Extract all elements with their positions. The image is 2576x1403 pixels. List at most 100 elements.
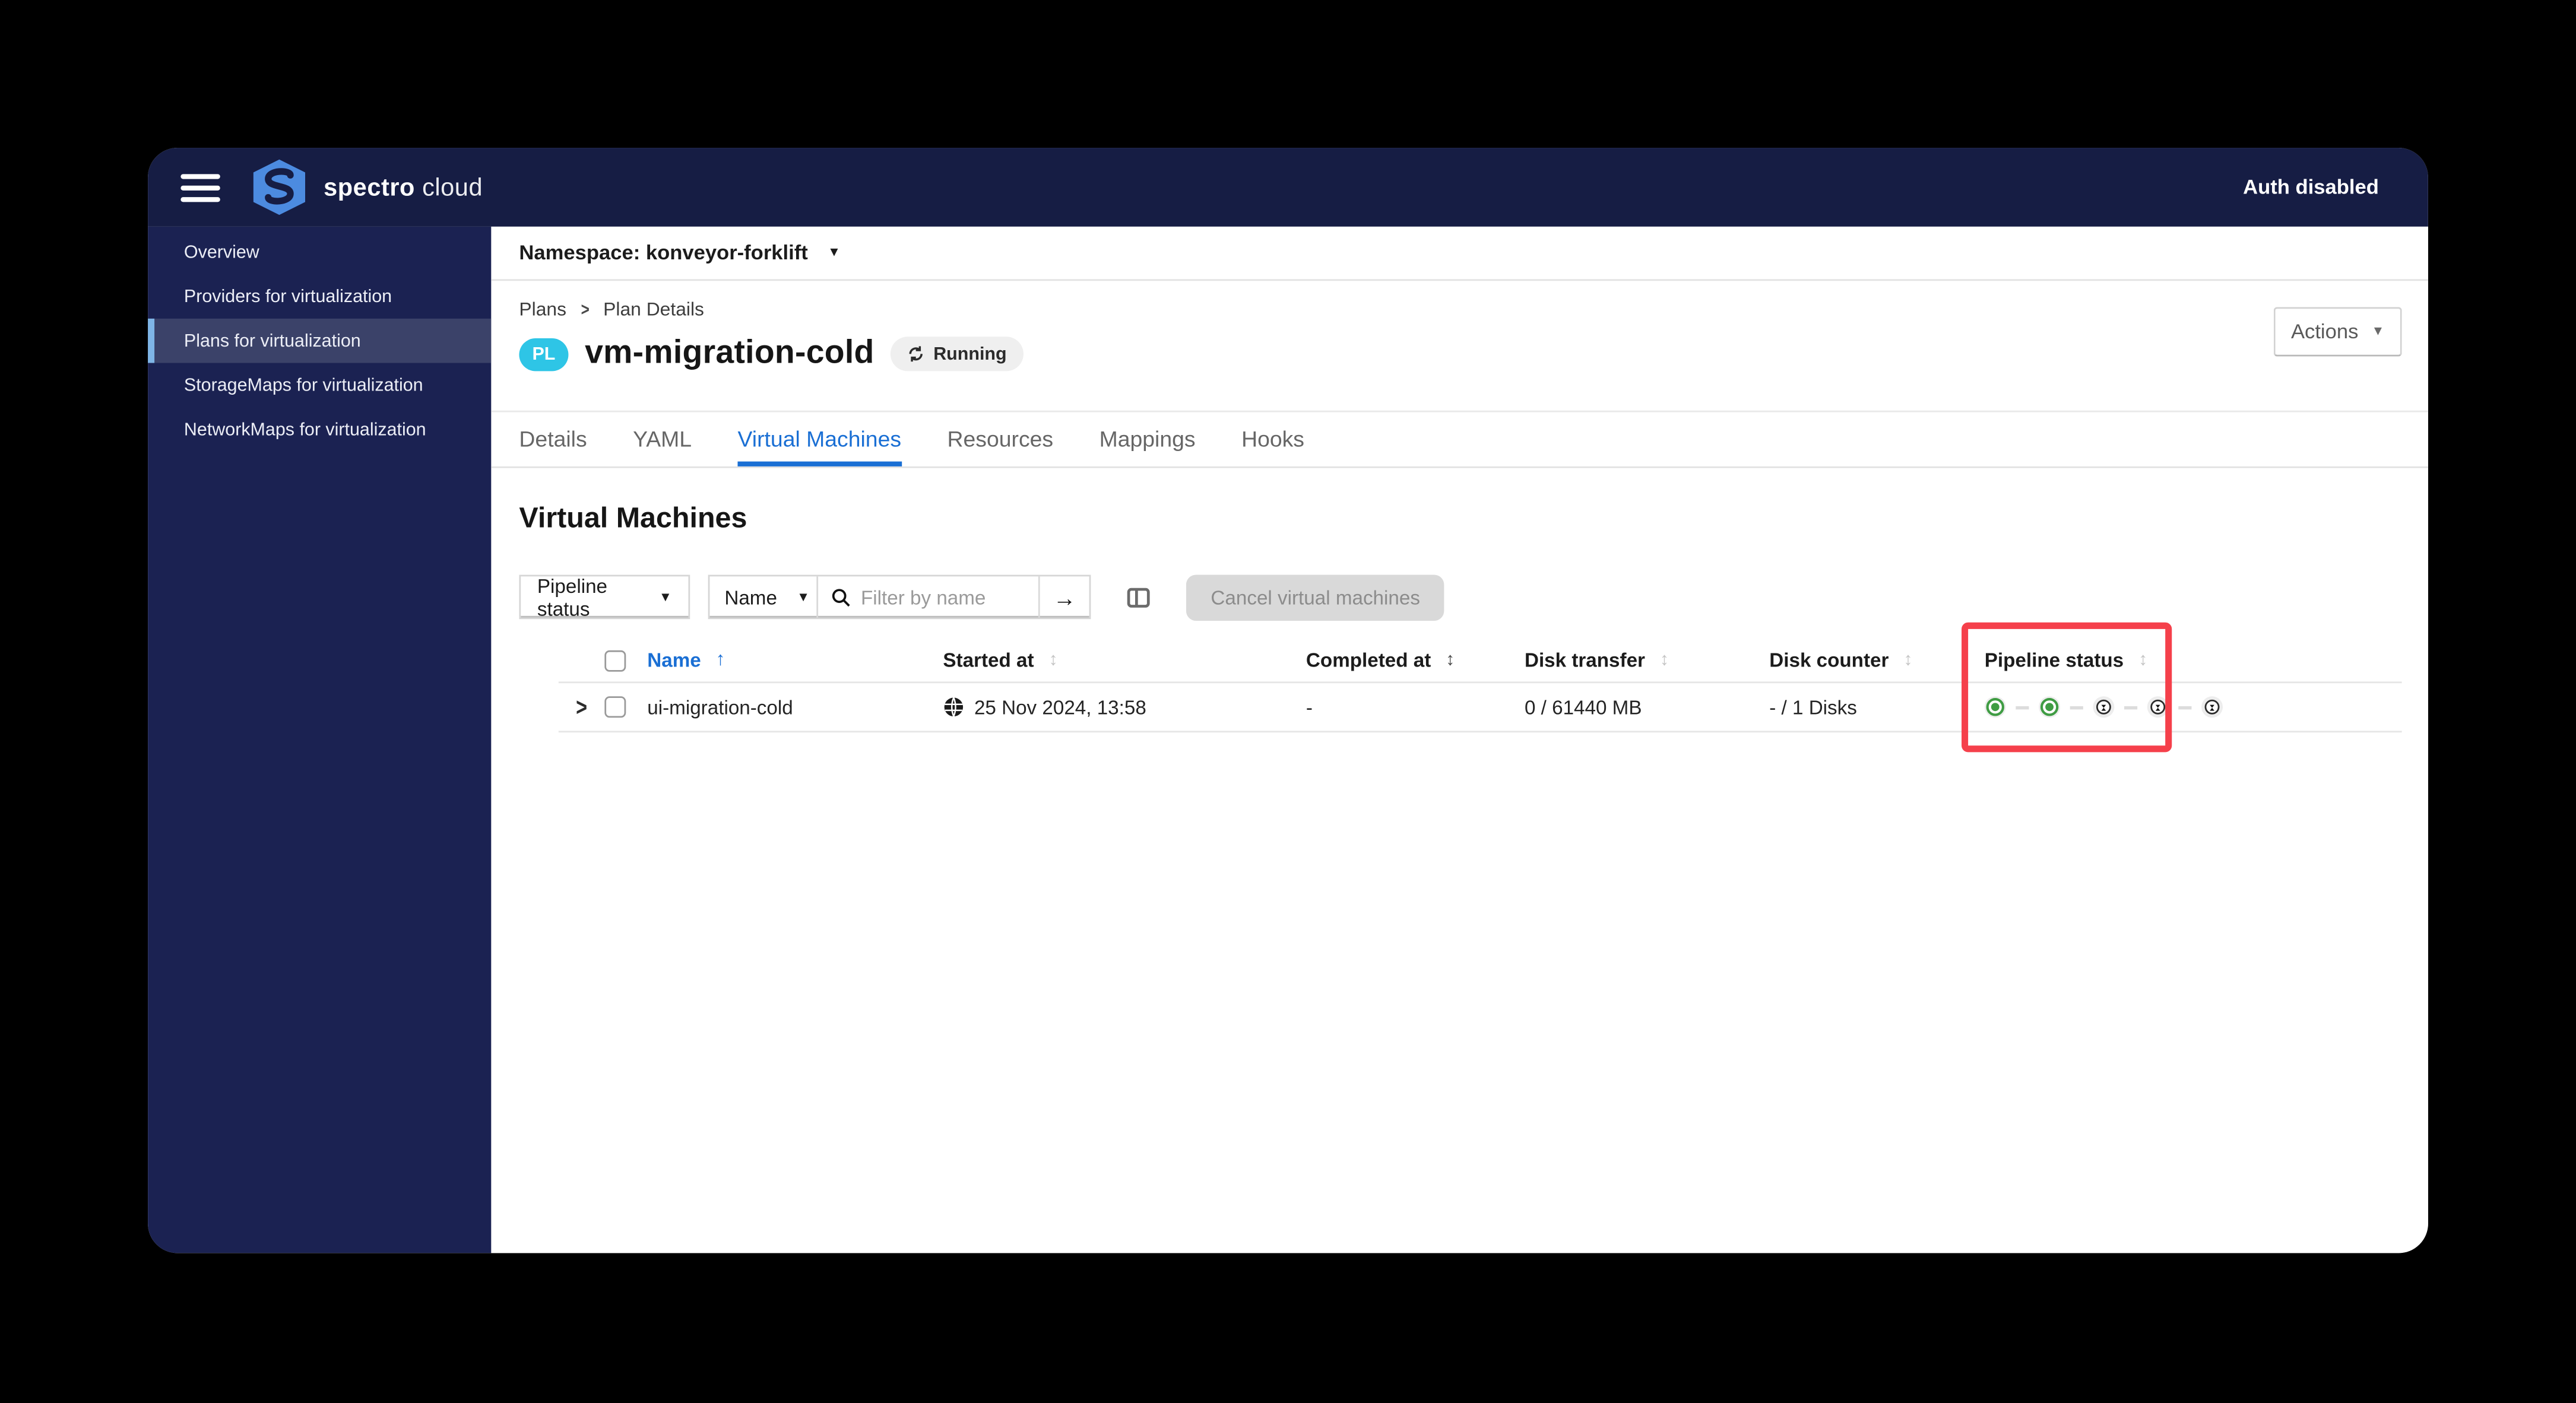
main-content: Namespace: konveyor-forklift ▼ Plans > P… xyxy=(491,226,2428,1253)
row-expand-chevron-icon[interactable]: > xyxy=(561,693,603,721)
select-all-header xyxy=(604,649,647,671)
column-label: Disk transfer xyxy=(1524,649,1646,672)
auth-status-label: Auth disabled xyxy=(2243,176,2379,199)
sort-icon: ↕ xyxy=(1446,650,1455,671)
status-label: Running xyxy=(933,344,1007,364)
table-row: > ui-migration-cold 25 Nov 2024, 13:58 -… xyxy=(558,683,2402,733)
chevron-down-icon: ▼ xyxy=(797,589,810,604)
page-title: vm-migration-cold xyxy=(585,335,874,372)
tab-bar: Details YAML Virtual Machines Resources … xyxy=(491,410,2428,468)
sort-icon: ↕ xyxy=(1659,650,1669,671)
sidebar-item-providers[interactable]: Providers for virtualization xyxy=(148,274,491,319)
pipeline-connector xyxy=(2016,705,2029,709)
chevron-down-icon[interactable]: ▼ xyxy=(828,246,841,259)
cell-disk-transfer: 0 / 61440 MB xyxy=(1524,695,1642,719)
sidebar-item-overview[interactable]: Overview xyxy=(148,230,491,274)
search-field-label: Name xyxy=(724,585,777,609)
breadcrumb-chevron-icon: > xyxy=(580,300,590,320)
column-header-name[interactable]: Name ↑ xyxy=(647,649,943,672)
plan-type-badge: PL xyxy=(519,337,569,371)
filter-toolbar: Pipeline status ▼ Name ▼ Filter by name … xyxy=(519,574,2428,620)
sidebar: Overview Providers for virtualization Pl… xyxy=(148,226,492,1253)
pipeline-status-select-label: Pipeline status xyxy=(537,574,608,620)
tab-resources[interactable]: Resources xyxy=(948,412,1054,466)
column-label: Started at xyxy=(943,649,1034,672)
pipeline-status-select[interactable]: Pipeline status ▼ xyxy=(519,574,690,620)
spectro-shield-icon xyxy=(253,159,306,215)
row-checkbox[interactable] xyxy=(604,696,626,718)
tab-hooks[interactable]: Hooks xyxy=(1241,412,1304,466)
sort-icon: ↕ xyxy=(2138,650,2148,671)
column-header-disk-counter[interactable]: Disk counter ↕ xyxy=(1769,649,1985,672)
chevron-down-icon: ▼ xyxy=(658,589,672,604)
column-header-pipeline-status[interactable]: Pipeline status ↕ xyxy=(1985,649,2198,672)
topbar: spectro cloud Auth disabled xyxy=(148,148,2428,227)
hamburger-menu-icon[interactable] xyxy=(180,173,220,201)
columns-icon xyxy=(1127,587,1150,607)
globe-icon xyxy=(943,696,964,718)
brand-name: spectro cloud xyxy=(324,173,483,201)
cancel-vms-button[interactable]: Cancel virtual machines xyxy=(1186,574,1445,620)
search-box xyxy=(818,576,1038,617)
title-row: PL vm-migration-cold Running xyxy=(519,335,2401,373)
section-title: Virtual Machines xyxy=(519,500,747,534)
sidebar-item-networkmaps[interactable]: NetworkMaps for virtualization xyxy=(148,407,491,452)
column-header-completed-at[interactable]: Completed at ↕ xyxy=(1306,649,1525,672)
column-label: Pipeline status xyxy=(1984,649,2124,672)
stage: spectro cloud Auth disabled Overview Pro… xyxy=(0,0,2576,1402)
pipeline-step-pending-icon xyxy=(2093,696,2115,718)
table-header-row: Name ↑ Started at ↕ Completed at ↕ Disk … xyxy=(558,639,2402,684)
vm-table: Name ↑ Started at ↕ Completed at ↕ Disk … xyxy=(558,639,2402,733)
search-field-select[interactable]: Name ▼ xyxy=(709,576,819,618)
column-label: Disk counter xyxy=(1769,649,1889,672)
pipeline-step-done-icon xyxy=(2039,696,2061,718)
tab-details[interactable]: Details xyxy=(519,412,587,466)
column-header-disk-transfer[interactable]: Disk transfer ↕ xyxy=(1525,649,1769,672)
tab-virtual-machines[interactable]: Virtual Machines xyxy=(737,412,901,466)
chevron-down-icon: ▼ xyxy=(2371,323,2385,339)
sort-icon: ↕ xyxy=(1903,650,1913,671)
brand-logo: spectro cloud xyxy=(250,158,483,217)
cell-started-at: 25 Nov 2024, 13:58 xyxy=(943,696,1306,719)
select-all-checkbox[interactable] xyxy=(604,649,626,671)
pipeline-connector xyxy=(2070,705,2083,709)
started-at-value: 25 Nov 2024, 13:58 xyxy=(974,695,1146,719)
search-input[interactable] xyxy=(861,585,1025,609)
breadcrumb-current: Plan Details xyxy=(603,300,705,320)
pipeline-step-pending-icon xyxy=(2147,696,2169,718)
tab-mappings[interactable]: Mappings xyxy=(1100,412,1196,466)
status-badge: Running xyxy=(891,337,1024,372)
namespace-bar: Namespace: konveyor-forklift ▼ xyxy=(491,227,2428,281)
sort-ascending-icon: ↑ xyxy=(715,650,725,671)
breadcrumb-plans-link[interactable]: Plans xyxy=(519,300,566,320)
brand-primary: spectro xyxy=(324,173,415,201)
actions-label: Actions xyxy=(2290,320,2359,344)
breadcrumb: Plans > Plan Details xyxy=(519,300,2401,320)
tab-yaml[interactable]: YAML xyxy=(633,412,692,466)
sidebar-item-plans[interactable]: Plans for virtualization xyxy=(148,318,492,363)
pipeline-step-done-icon xyxy=(1984,696,2006,718)
search-icon xyxy=(832,588,850,606)
cell-completed-at: - xyxy=(1306,695,1313,719)
search-group: Name ▼ → xyxy=(708,574,1091,620)
namespace-selector[interactable]: Namespace: konveyor-forklift xyxy=(519,242,807,265)
column-label: Name xyxy=(647,649,701,672)
plan-header: Plans > Plan Details PL vm-migration-col… xyxy=(491,281,2428,411)
search-submit-button[interactable]: → xyxy=(1038,576,1089,618)
sort-icon: ↕ xyxy=(1048,650,1058,671)
brand-secondary: cloud xyxy=(422,173,483,201)
sidebar-item-storagemaps[interactable]: StorageMaps for virtualization xyxy=(148,363,491,408)
pipeline-connector xyxy=(2124,705,2138,709)
manage-columns-button[interactable] xyxy=(1127,587,1150,607)
pipeline-connector xyxy=(2178,705,2192,709)
column-header-started-at[interactable]: Started at ↕ xyxy=(943,649,1306,672)
column-label: Completed at xyxy=(1306,649,1431,672)
arrow-right-icon: → xyxy=(1053,583,1076,611)
actions-button[interactable]: Actions ▼ xyxy=(2273,307,2402,357)
pipeline-step-pending-icon xyxy=(2201,696,2223,718)
cell-disk-counter: - / 1 Disks xyxy=(1769,695,1857,719)
cell-name: ui-migration-cold xyxy=(647,695,793,719)
sync-icon xyxy=(909,346,923,362)
app-window: spectro cloud Auth disabled Overview Pro… xyxy=(148,148,2428,1253)
cell-pipeline-status xyxy=(1984,696,2223,718)
